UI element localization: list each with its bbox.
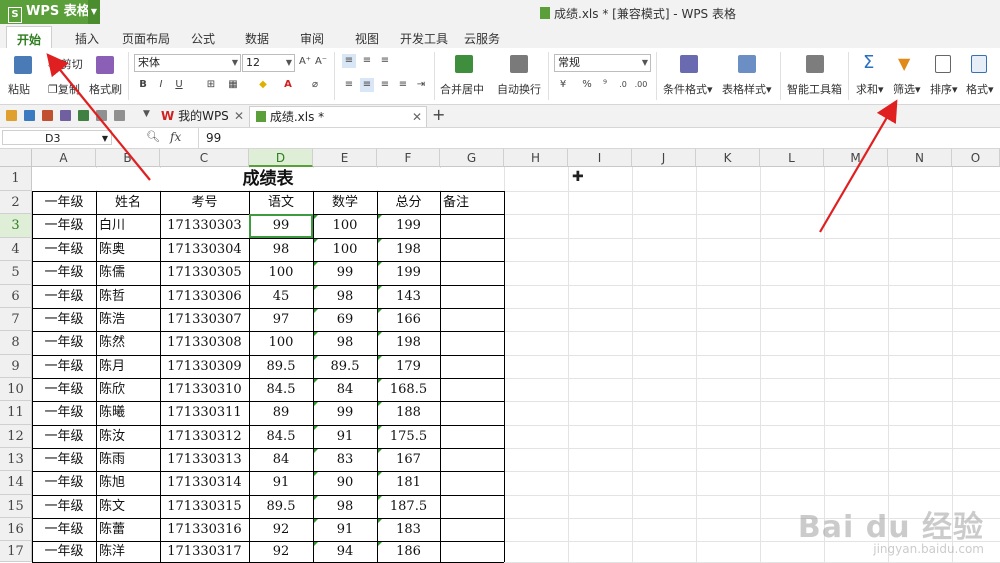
arrow-to-filter-button (819, 99, 898, 233)
arrow-to-home-tab (46, 53, 151, 181)
annotation-arrows (46, 53, 898, 233)
baidu-watermark: Bai du 经验 jingyan.baidu.com (797, 510, 984, 556)
